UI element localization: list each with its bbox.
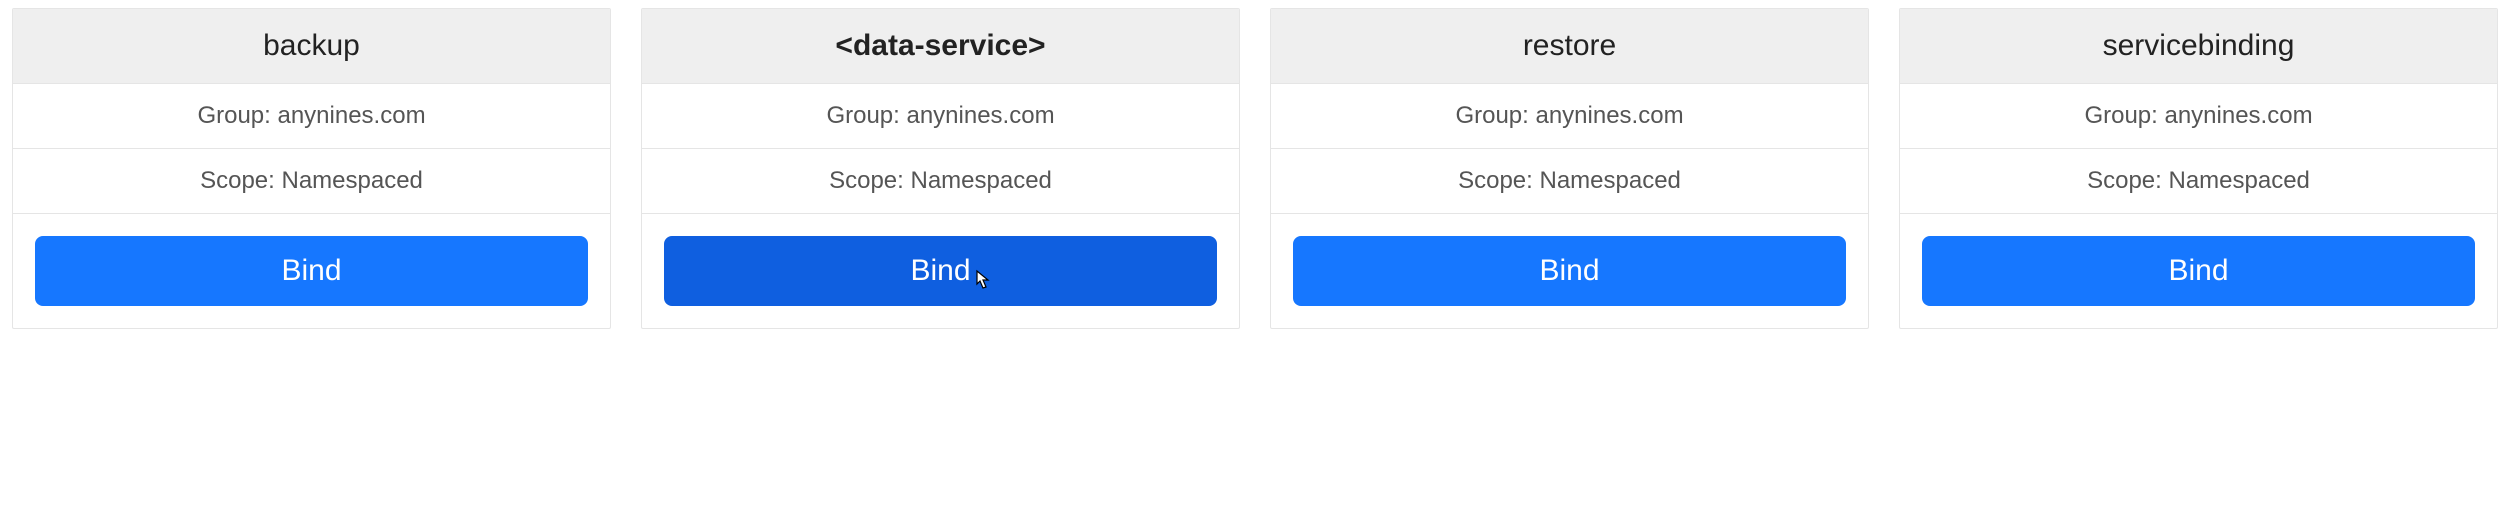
- resource-card-data-service: <data-service> Group: anynines.com Scope…: [641, 8, 1240, 329]
- card-scope: Scope: Namespaced: [1900, 149, 2497, 214]
- scope-prefix: Scope:: [2087, 167, 2168, 194]
- card-title: restore: [1271, 9, 1868, 84]
- card-footer: Bind: [642, 214, 1239, 328]
- scope-prefix: Scope:: [1458, 167, 1539, 194]
- bind-button[interactable]: Bind: [1293, 236, 1846, 306]
- scope-value: Namespaced: [2168, 167, 2309, 194]
- card-title: <data-service>: [642, 9, 1239, 84]
- card-footer: Bind: [1271, 214, 1868, 328]
- scope-prefix: Scope:: [200, 167, 281, 194]
- group-prefix: Group:: [826, 102, 906, 129]
- card-footer: Bind: [1900, 214, 2497, 328]
- card-scope: Scope: Namespaced: [1271, 149, 1868, 214]
- bind-button[interactable]: Bind: [1922, 236, 2475, 306]
- card-group: Group: anynines.com: [1271, 84, 1868, 149]
- resource-card-servicebinding: servicebinding Group: anynines.com Scope…: [1899, 8, 2498, 329]
- card-group: Group: anynines.com: [1900, 84, 2497, 149]
- group-value: anynines.com: [277, 102, 425, 129]
- group-value: anynines.com: [906, 102, 1054, 129]
- scope-value: Namespaced: [910, 167, 1051, 194]
- bind-button[interactable]: Bind: [664, 236, 1217, 306]
- group-value: anynines.com: [1535, 102, 1683, 129]
- card-group: Group: anynines.com: [13, 84, 610, 149]
- resource-card-restore: restore Group: anynines.com Scope: Names…: [1270, 8, 1869, 329]
- resource-card-backup: backup Group: anynines.com Scope: Namesp…: [12, 8, 611, 329]
- scope-value: Namespaced: [1539, 167, 1680, 194]
- group-value: anynines.com: [2164, 102, 2312, 129]
- group-prefix: Group:: [197, 102, 277, 129]
- card-footer: Bind: [13, 214, 610, 328]
- group-prefix: Group:: [2084, 102, 2164, 129]
- card-scope: Scope: Namespaced: [13, 149, 610, 214]
- bind-button[interactable]: Bind: [35, 236, 588, 306]
- group-prefix: Group:: [1455, 102, 1535, 129]
- scope-value: Namespaced: [281, 167, 422, 194]
- card-scope: Scope: Namespaced: [642, 149, 1239, 214]
- card-group: Group: anynines.com: [642, 84, 1239, 149]
- scope-prefix: Scope:: [829, 167, 910, 194]
- card-title: servicebinding: [1900, 9, 2497, 84]
- card-title: backup: [13, 9, 610, 84]
- card-row: backup Group: anynines.com Scope: Namesp…: [12, 8, 2498, 329]
